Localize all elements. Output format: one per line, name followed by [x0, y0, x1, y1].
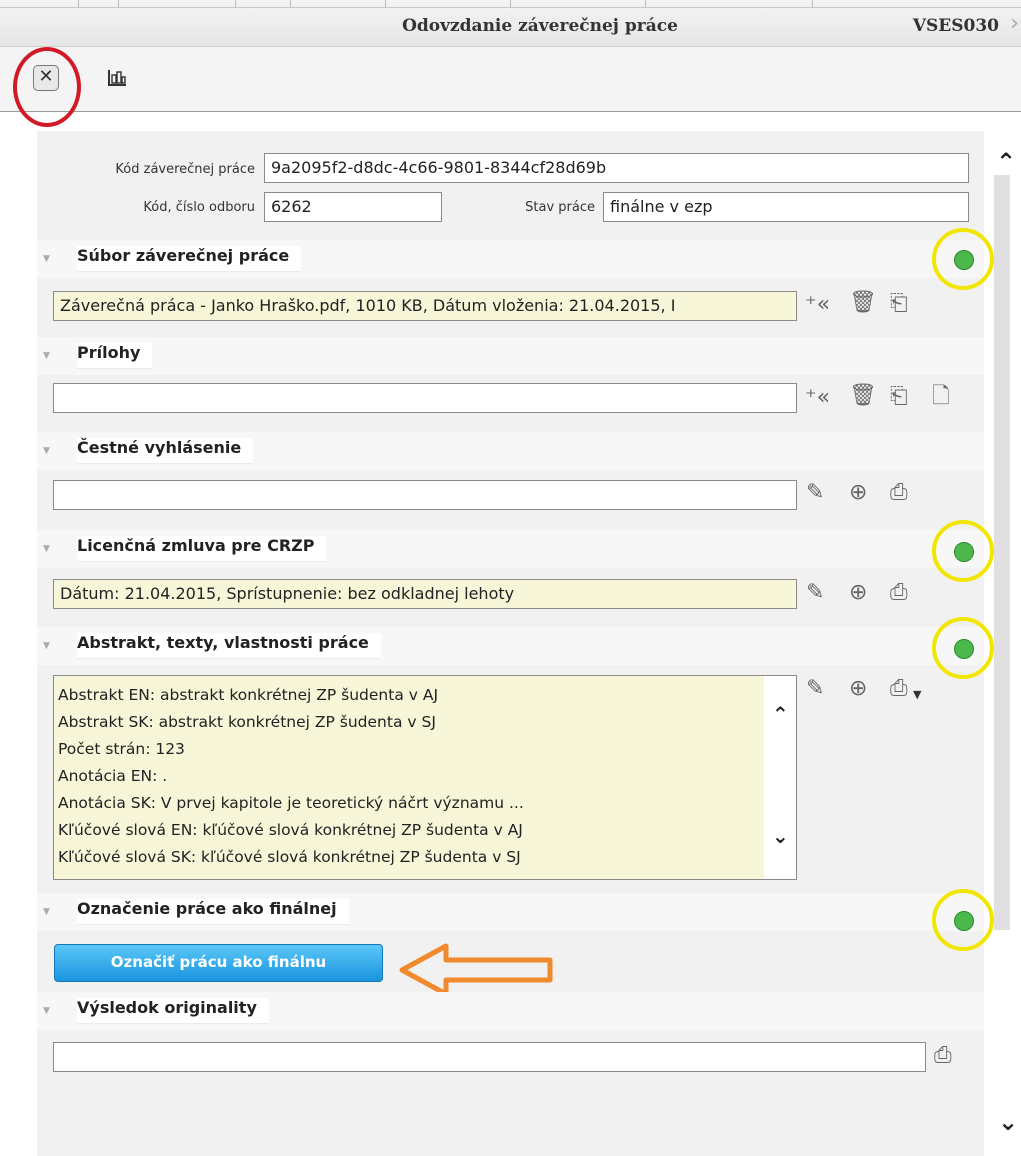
section-oznacenie[interactable]: ▼ Označenie práce ako finálnej [37, 893, 984, 931]
trash-icon[interactable]: 🗑 [849, 385, 877, 407]
chevron-right-icon[interactable]: › [1010, 11, 1019, 36]
trash-icon[interactable]: 🗑 [849, 292, 877, 314]
window-title: Odovzdanie záverečnej práce [402, 16, 678, 36]
printer-icon[interactable]: ⎙ [890, 678, 908, 700]
collapse-caret-icon[interactable]: ▼ [43, 254, 50, 264]
subor-field[interactable]: Záverečná práca - Janko Hraško.pdf, 1010… [53, 291, 797, 321]
section-subor[interactable]: ▼ Súbor záverečnej práce [37, 240, 984, 278]
collapse-caret-icon[interactable]: ▼ [43, 544, 50, 554]
collapse-caret-icon[interactable]: ▼ [43, 1006, 50, 1016]
smiley-icon [954, 639, 974, 659]
tree-icon[interactable] [107, 69, 127, 87]
collapse-caret-icon[interactable]: ▼ [43, 641, 50, 651]
section-title: Výsledok originality [77, 998, 269, 1024]
abstrakt-line: Počet strán: 123 [58, 740, 185, 758]
abstrakt-line: Abstrakt EN: abstrakt konkrétnej ZP šude… [58, 686, 439, 704]
section-prilohy[interactable]: ▼ Prílohy [37, 337, 984, 375]
tab-strip [0, 0, 1021, 8]
form-code: VSES030 [912, 16, 999, 36]
stav-label: Stav práce [525, 200, 595, 215]
abstrakt-line: Kľúčové slová SK: kľúčové slová konkrétn… [58, 848, 521, 866]
abstrakt-line: Anotácia EN: . [58, 767, 168, 785]
smiley-icon [954, 542, 974, 562]
section-title: Čestné vyhlásenie [77, 438, 254, 464]
section-cestne[interactable]: ▼ Čestné vyhlásenie [37, 432, 984, 470]
open-file-icon[interactable]: ⎗ [890, 293, 908, 315]
odbor-field[interactable]: 6262 [264, 192, 442, 222]
smiley-icon [954, 911, 974, 931]
abstrakt-line: Anotácia SK: V prvej kapitole je teoreti… [58, 794, 524, 812]
add-icon[interactable]: ⁺« [805, 294, 830, 316]
printer-icon[interactable]: ⎙ [890, 582, 908, 604]
printer-icon[interactable]: ⎙ [890, 482, 908, 504]
kod-label: Kód záverečnej práce [115, 162, 255, 177]
open-file-icon[interactable]: ⎗ [890, 386, 908, 408]
kod-field[interactable]: 9a2095f2-d8dc-4c66-9801-8344cf28d69b [264, 153, 969, 183]
scroll-up-icon[interactable]: ⌃ [996, 150, 1016, 174]
collapse-caret-icon[interactable]: ▼ [43, 446, 50, 456]
zoom-icon[interactable]: ⊕ [849, 582, 867, 604]
scroll-down-icon[interactable]: ⌄ [772, 824, 789, 848]
pencil-icon[interactable]: ✎ [806, 482, 824, 504]
add-icon[interactable]: ⁺« [805, 387, 830, 409]
section-title: Súbor záverečnej práce [77, 246, 302, 272]
section-vysledok[interactable]: ▼ Výsledok originality [37, 992, 984, 1030]
abstrakt-line: Kľúčové slová EN: kľúčové slová konkrétn… [58, 821, 523, 839]
abstrakt-line: Abstrakt SK: abstrakt konkrétnej ZP šude… [58, 713, 436, 731]
close-button[interactable]: ✕ [33, 65, 59, 91]
cestne-field[interactable] [53, 480, 797, 510]
zoom-icon[interactable]: ⊕ [849, 678, 867, 700]
section-title: Licenčná zmluva pre CRZP [77, 536, 327, 562]
new-file-icon[interactable]: 🗋 [932, 386, 950, 408]
stav-field[interactable]: finálne v ezp [603, 192, 969, 222]
zoom-icon[interactable]: ⊕ [849, 482, 867, 504]
scroll-up-icon[interactable]: ⌃ [772, 702, 789, 726]
scroll-down-icon[interactable]: ⌄ [998, 1110, 1018, 1134]
collapse-caret-icon[interactable]: ▼ [43, 351, 50, 361]
collapse-caret-icon[interactable]: ▼ [43, 907, 50, 917]
textarea-scrollbar[interactable]: ⌃ ⌄ [764, 676, 796, 879]
section-abstrakt[interactable]: ▼ Abstrakt, texty, vlastnosti práce [37, 627, 984, 665]
odbor-label: Kód, číslo odboru [143, 200, 255, 215]
pencil-icon[interactable]: ✎ [806, 582, 824, 604]
window-titlebar: Odovzdanie záverečnej práce VSES030 › [0, 0, 1021, 47]
mark-final-button[interactable]: Označiť prácu ako finálnu [54, 944, 383, 982]
dropdown-caret-icon[interactable]: ▼ [913, 684, 921, 706]
smiley-icon [954, 250, 974, 270]
printer-icon[interactable]: ⎙ [934, 1045, 952, 1067]
prilohy-field[interactable] [53, 383, 797, 413]
vysledok-field[interactable] [53, 1042, 926, 1072]
toolbar: ✕ [0, 47, 1021, 127]
section-title: Prílohy [77, 343, 153, 369]
annotation-arrow [399, 943, 553, 997]
pencil-icon[interactable]: ✎ [806, 678, 824, 700]
scrollbar-track[interactable] [994, 175, 1010, 930]
abstrakt-textarea[interactable]: Abstrakt EN: abstrakt konkrétnej ZP šude… [53, 675, 797, 880]
licencna-field[interactable]: Dátum: 21.04.2015, Sprístupnenie: bez od… [53, 579, 797, 609]
section-title: Abstrakt, texty, vlastnosti práce [77, 633, 381, 659]
section-licencna[interactable]: ▼ Licenčná zmluva pre CRZP [37, 530, 984, 568]
section-title: Označenie práce ako finálnej [77, 899, 349, 925]
